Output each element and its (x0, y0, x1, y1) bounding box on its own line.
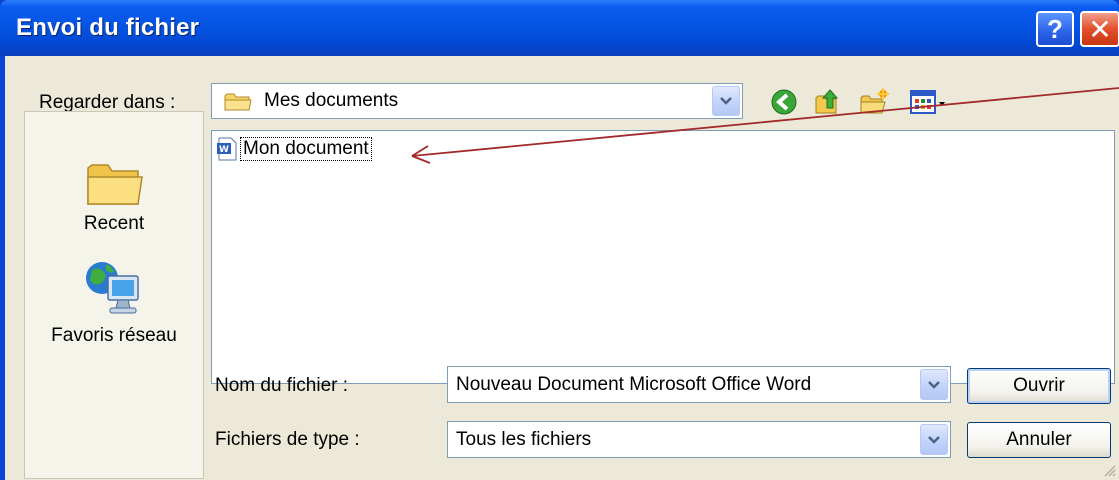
dialog-window: Envoi du fichier ? ✕ Regarder dans : Mes… (0, 0, 1119, 480)
annotation-arrow (411, 87, 1119, 164)
